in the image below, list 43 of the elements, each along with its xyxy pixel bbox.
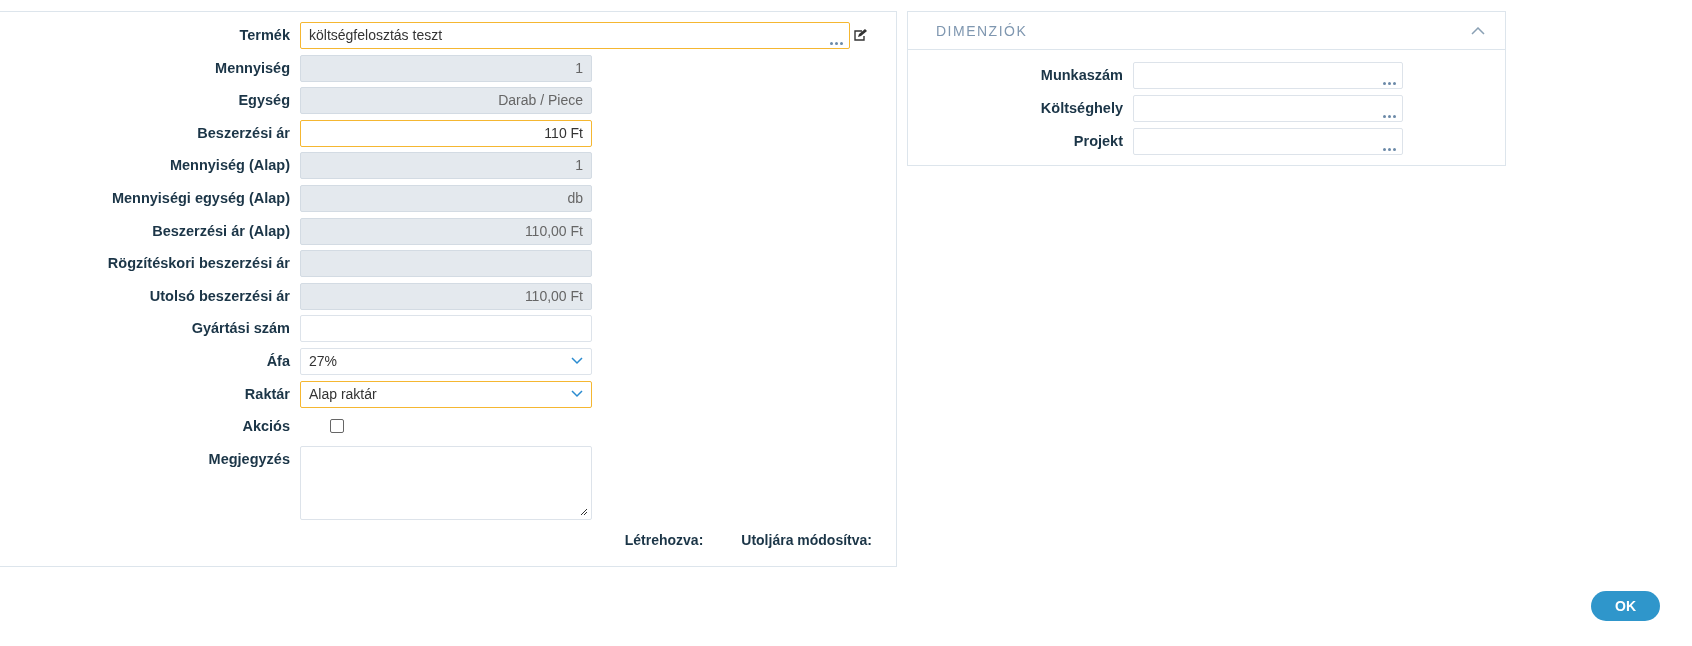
chevron-up-icon[interactable] [1471,26,1485,35]
field-label: Utolsó beszerzési ár [148,286,291,306]
field-label: Beszerzési ár [196,123,291,143]
lookup-field[interactable] [1133,62,1403,89]
more-icon [1383,148,1396,151]
field-label: Mennyiség [214,58,291,78]
field-label: Raktár [243,384,291,404]
lookup-field[interactable] [1133,95,1403,122]
chevron-down-icon [571,390,583,399]
field-label: Megjegyzés [207,449,291,469]
more-icon [1383,115,1396,118]
chevron-down-icon [571,357,583,366]
meta-label: Utoljára módosítva: [741,531,872,548]
textarea-field[interactable] [300,445,592,520]
more-icon [1383,82,1396,85]
field-label: Mennyiségi egység (Alap) [110,188,291,208]
field-label: Termék [238,26,291,45]
field-value: költségfelosztás teszt [309,26,444,45]
field-label: Akciós [241,417,291,437]
dropdown-field[interactable]: 27% [300,347,592,375]
panel-title: DIMENZIÓK [936,22,1028,39]
checkbox[interactable] [330,419,344,434]
ok-button[interactable]: OK [1591,591,1660,621]
edit-icon[interactable] [853,29,867,42]
field-label: Munkaszám [1039,66,1124,85]
lookup-field[interactable] [1133,128,1403,155]
input-field[interactable] [300,315,592,343]
input-field[interactable]: 110 Ft [300,119,592,147]
field-value: 27% [309,351,339,371]
field-label: Mennyiség (Alap) [168,156,291,176]
more-icon [830,42,843,45]
resize-handle-icon[interactable] [580,507,588,516]
field-value: Alap raktár [309,384,378,404]
field-label: Egység [237,91,291,111]
field-label: Rögzítéskori beszerzési ár [106,254,291,274]
field-label: Projekt [1072,132,1124,151]
field-label: Áfa [265,351,291,371]
field-label: Beszerzési ár (Alap) [151,221,291,241]
dropdown-field[interactable]: Alap raktár [300,380,592,408]
field-label: Gyártási szám [190,319,291,339]
lookup-field[interactable]: költségfelosztás teszt [300,22,850,49]
meta-label: Létrehozva: [624,531,704,548]
field-label: Költséghely [1039,99,1124,118]
